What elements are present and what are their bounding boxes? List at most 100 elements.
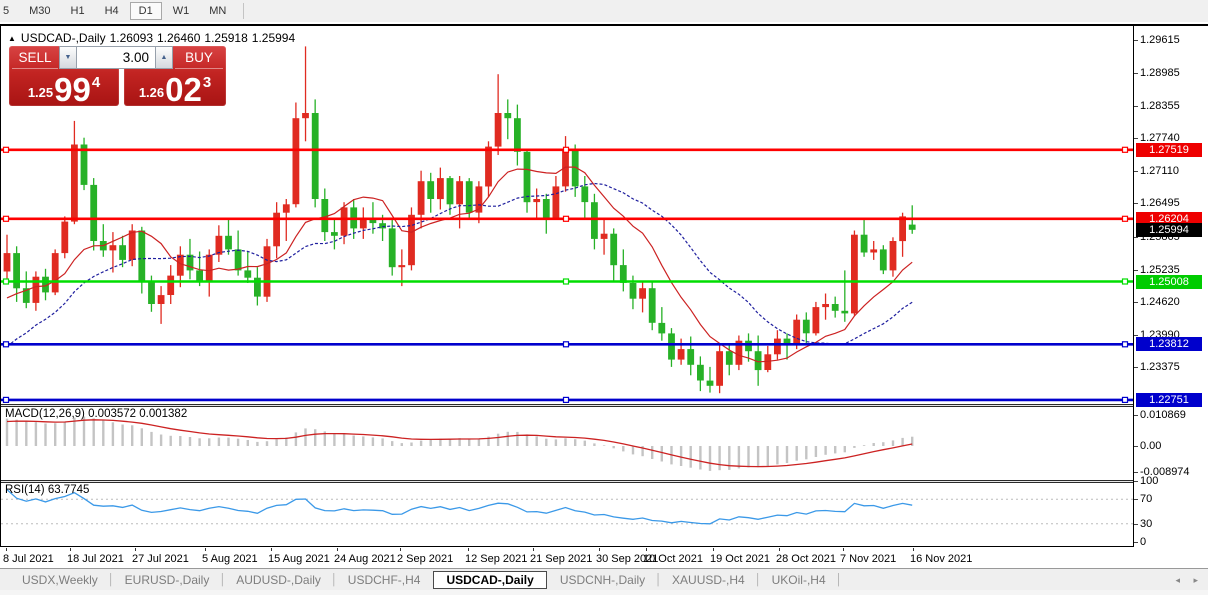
rsi-label: RSI(14) 63.7745: [5, 484, 90, 496]
date-axis-tick: [400, 548, 401, 551]
rsi-canvas[interactable]: [1, 483, 1133, 547]
date-axis-label: 10 Oct 2021: [643, 553, 703, 565]
tab-usdcad-daily[interactable]: USDCAD-,Daily: [433, 570, 547, 589]
date-axis-tick: [271, 548, 272, 551]
date-axis-label: 12 Sep 2021: [465, 553, 528, 565]
chart-window: ▲ USDCAD-,Daily 1.26093 1.26460 1.25918 1.259…: [0, 24, 1208, 568]
date-axis-label: 8 Jul 2021: [3, 553, 54, 565]
sell-button[interactable]: SELL: [12, 46, 58, 69]
date-axis-label: 5 Aug 2021: [202, 553, 258, 565]
date-axis-tick: [6, 548, 7, 551]
one-click-trade-panel: SELL 1.25 99 4 BUY 1.26 02 3 ▼ 3.00 ▲: [9, 46, 226, 106]
tab-usdx-weekly[interactable]: USDX,Weekly: [12, 571, 108, 589]
price-axis-label: 1.27110: [1134, 165, 1179, 177]
tab-xauusd-h4[interactable]: XAUUSD-,H4: [662, 571, 755, 589]
timeframe-button-h4[interactable]: H4: [96, 2, 128, 20]
chart-symbol: USDCAD-,Daily: [20, 31, 106, 45]
buy-price: 1.26 02 3: [124, 71, 226, 108]
date-axis[interactable]: 8 Jul 2021 18 Jul 2021 27 Jul 2021 5 Aug 20…: [1, 548, 1133, 570]
buy-price-pip: 3: [202, 74, 212, 91]
macd-label: MACD(12,26,9) 0.003572 0.001382: [5, 408, 188, 420]
macd-axis-label: 0.010869: [1134, 409, 1186, 421]
date-axis-tick: [337, 548, 338, 551]
ohlc-high: 1.26460: [157, 31, 201, 45]
price-axis-label: 1.28985: [1134, 67, 1180, 79]
date-axis-label: 16 Nov 2021: [910, 553, 973, 565]
tab-separator: │: [330, 573, 338, 586]
tab-scroll-left-icon[interactable]: ◂: [1175, 575, 1180, 586]
date-axis-label: 27 Jul 2021: [132, 553, 189, 565]
main-chart-pane[interactable]: ▲ USDCAD-,Daily 1.26093 1.26460 1.25918 1.259…: [1, 28, 1133, 404]
ohlc-low: 1.25918: [204, 31, 248, 45]
rsi-axis-label: 100: [1133, 475, 1159, 487]
rsi-pane[interactable]: RSI(14) 63.7745: [1, 483, 1133, 547]
timeframe-button-mn[interactable]: MN: [200, 2, 235, 20]
date-axis-tick: [205, 548, 206, 551]
sell-price-main: 99: [54, 71, 91, 108]
volume-stepper: ▼ 3.00 ▲: [59, 46, 173, 69]
tab-scroll-right-icon[interactable]: ▸: [1193, 575, 1198, 586]
volume-increase-button[interactable]: ▲: [155, 46, 173, 69]
price-tag-1.25994: 1.25994: [1136, 223, 1202, 237]
sell-price: 1.25 99 4: [9, 71, 119, 108]
chart-header: ▲ USDCAD-,Daily 1.26093 1.26460 1.25918 1.259…: [8, 31, 299, 45]
price-axis-label: 1.23375: [1134, 361, 1180, 373]
date-axis-label: 24 Aug 2021: [334, 553, 396, 565]
date-axis-tick: [135, 548, 136, 551]
volume-input[interactable]: 3.00: [77, 46, 155, 69]
price-axis[interactable]: 1.29615 1.28985 1.28355 1.27740 1.27110 1.264…: [1133, 26, 1208, 570]
buy-price-prefix: 1.26: [138, 85, 165, 100]
chevron-down-icon: ▼: [64, 54, 72, 61]
macd-axis-label: 0.00: [1133, 440, 1162, 452]
price-tag-1.23812: 1.23812: [1136, 337, 1202, 351]
rsi-axis-label: 30: [1133, 518, 1153, 530]
date-axis-label: 7 Nov 2021: [840, 553, 897, 565]
tab-audusd-daily[interactable]: AUDUSD-,Daily: [226, 571, 331, 589]
timeframe-button-d1[interactable]: D1: [129, 2, 162, 20]
tab-separator: │: [219, 573, 227, 586]
ohlc-open: 1.26093: [109, 31, 153, 45]
chart-frame-bottom: [0, 546, 1134, 547]
price-axis-label: 1.28355: [1134, 100, 1180, 112]
price-tag-1.27519: 1.27519: [1136, 143, 1202, 157]
tab-separator: │: [754, 573, 762, 586]
buy-price-main: 02: [165, 71, 202, 108]
timeframe-button-w1[interactable]: W1: [164, 2, 199, 20]
sell-price-pip: 4: [91, 74, 101, 91]
timeframe-button-h1[interactable]: H1: [62, 2, 94, 20]
tab-ukoil-h4[interactable]: UKOil-,H4: [762, 571, 836, 589]
price-axis-label: 1.26495: [1134, 197, 1180, 209]
tab-separator: │: [835, 573, 843, 586]
timeframe-button-5[interactable]: 5: [0, 2, 18, 20]
chevron-up-icon: ▲: [160, 54, 168, 61]
price-tag-1.22751: 1.22751: [1136, 393, 1202, 407]
date-axis-label: 19 Oct 2021: [710, 553, 770, 565]
tab-separator: │: [107, 573, 115, 586]
price-tag-1.25008: 1.25008: [1136, 275, 1202, 289]
date-axis-tick: [70, 548, 71, 551]
tab-usdchf-h4[interactable]: USDCHF-,H4: [338, 571, 431, 589]
price-axis-label: 1.24620: [1134, 296, 1180, 308]
date-axis-tick: [913, 548, 914, 551]
date-axis-label: 28 Oct 2021: [776, 553, 836, 565]
timeframe-button-m30[interactable]: M30: [20, 2, 59, 20]
tab-eurusd-daily[interactable]: EURUSD-,Daily: [115, 571, 220, 589]
date-axis-tick: [599, 548, 600, 551]
volume-decrease-button[interactable]: ▼: [59, 46, 77, 69]
toolbar-separator: [243, 3, 245, 19]
sell-price-prefix: 1.25: [27, 85, 54, 100]
tab-separator: │: [655, 573, 663, 586]
tab-usdcnh-daily[interactable]: USDCNH-,Daily: [550, 571, 655, 589]
ohlc-close: 1.25994: [251, 31, 296, 45]
collapse-arrow-icon[interactable]: ▲: [8, 34, 16, 43]
chart-frame-left: [0, 26, 1, 546]
date-axis-tick: [843, 548, 844, 551]
buy-button[interactable]: BUY: [175, 46, 223, 69]
chart-tab-bar: USDX,Weekly │ EURUSD-,Daily │ AUDUSD-,Daily │…: [0, 568, 1208, 590]
date-axis-label: 2 Sep 2021: [397, 553, 454, 565]
macd-pane[interactable]: MACD(12,26,9) 0.003572 0.001382: [1, 407, 1133, 480]
rsi-axis-label: 70: [1133, 493, 1153, 505]
date-axis-tick: [779, 548, 780, 551]
rsi-axis-label: 0: [1133, 536, 1147, 548]
date-axis-label: 18 Jul 2021: [67, 553, 124, 565]
